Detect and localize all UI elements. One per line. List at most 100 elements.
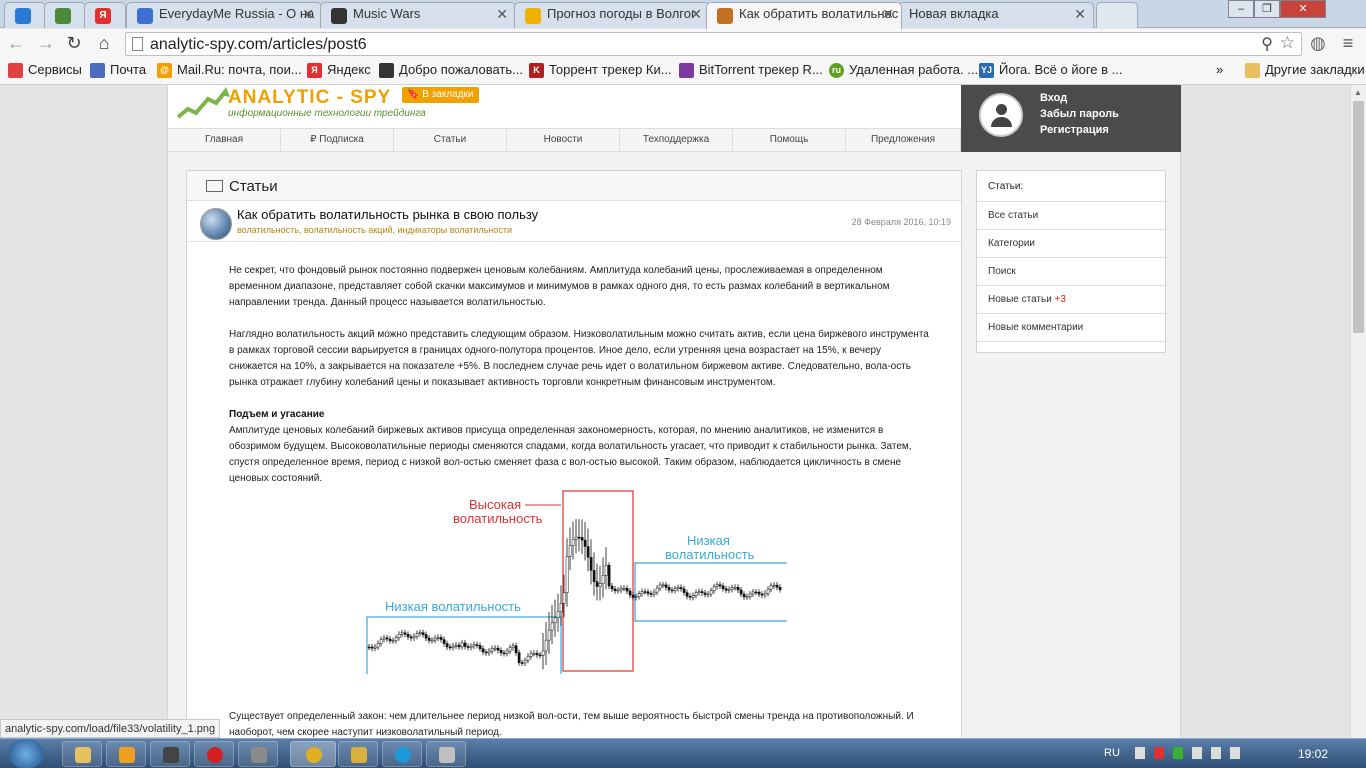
candle-body xyxy=(763,592,767,596)
nav-subscription[interactable]: ₽ Подписка xyxy=(281,129,394,152)
taskbar-tool[interactable] xyxy=(238,741,278,767)
address-bar[interactable]: analytic-spy.com/articles/post6 ⚲ ☆ xyxy=(125,32,1302,56)
bookmark-welcome[interactable]: Добро пожаловать... xyxy=(379,62,523,78)
tab-article-active[interactable]: Как обратить волатильнос ✕ xyxy=(706,2,902,29)
candle-body xyxy=(493,647,497,650)
close-icon[interactable]: ✕ xyxy=(302,6,314,23)
close-icon[interactable]: ✕ xyxy=(496,6,508,23)
sidebar-item-new-comments[interactable]: Новые комментарии xyxy=(977,314,1165,342)
signal-icon[interactable] xyxy=(1211,747,1222,759)
tab-title: EverydayMe Russia - О на xyxy=(159,6,315,21)
candle-body xyxy=(475,644,479,646)
star-icon[interactable]: ☆ xyxy=(1280,33,1295,53)
tab-everydayme[interactable]: EverydayMe Russia - О на ✕ xyxy=(126,2,322,28)
add-bookmark-label: В закладки xyxy=(422,89,474,100)
reload-button[interactable]: ↻ xyxy=(64,33,84,53)
forgot-password-link[interactable]: Забыл пароль xyxy=(1040,106,1119,122)
candle-body xyxy=(424,634,428,639)
minimize-button[interactable]: ‒ xyxy=(1228,0,1254,18)
page-scrollbar[interactable]: ▲ xyxy=(1350,85,1366,738)
translate-icon[interactable]: ◍ xyxy=(1308,33,1328,53)
sidebar-item-all-articles[interactable]: Все статьи xyxy=(977,202,1165,230)
sidebar-item-search[interactable]: Поиск xyxy=(977,258,1165,286)
candle-body xyxy=(697,591,701,593)
tray-icon[interactable] xyxy=(1135,747,1145,759)
bookmark-services[interactable]: Сервисы xyxy=(8,62,82,78)
tray-icon[interactable] xyxy=(1154,747,1165,759)
candle-body xyxy=(544,639,548,652)
clock[interactable]: 19:02 xyxy=(1298,747,1328,761)
volume-icon[interactable] xyxy=(1230,747,1241,759)
bookmark-yandex[interactable]: Я Яндекс xyxy=(307,62,371,78)
taskbar-movie[interactable] xyxy=(150,741,190,767)
scroll-thumb[interactable] xyxy=(1353,101,1364,333)
menu-icon[interactable]: ≡ xyxy=(1338,33,1358,53)
tab-pinned-3[interactable]: Я xyxy=(84,2,126,28)
article-tags[interactable]: волатильность, волатильность акций, инди… xyxy=(237,225,512,235)
close-window-button[interactable]: ✕ xyxy=(1280,0,1326,18)
bookmarks-overflow[interactable]: » xyxy=(1200,62,1223,77)
tray-icons[interactable] xyxy=(1135,747,1255,761)
close-icon[interactable]: ✕ xyxy=(690,6,702,23)
close-icon[interactable]: ✕ xyxy=(1074,6,1086,23)
start-button[interactable] xyxy=(8,739,44,768)
register-link[interactable]: Регистрация xyxy=(1040,122,1119,138)
taskbar-skype[interactable] xyxy=(382,741,422,767)
tab-weather[interactable]: Прогноз погоды в Волгог ✕ xyxy=(514,2,710,28)
sidebar-item-categories[interactable]: Категории xyxy=(977,230,1165,258)
taskbar-media[interactable] xyxy=(106,741,146,767)
site-logo[interactable]: ANALYTIC - SPY xyxy=(228,87,391,109)
bookmark-mailru[interactable]: @ Mail.Ru: почта, пои... xyxy=(157,62,302,78)
other-bookmarks[interactable]: Другие закладки xyxy=(1245,62,1365,78)
chevron-icon: » xyxy=(1216,62,1224,77)
nav-news[interactable]: Новости xyxy=(507,129,620,152)
taskbar-explorer[interactable] xyxy=(62,741,102,767)
language-indicator[interactable]: RU xyxy=(1104,747,1120,759)
candle-body xyxy=(757,591,761,595)
back-button[interactable]: ← xyxy=(6,33,26,53)
nav-help[interactable]: Помощь xyxy=(733,129,846,152)
nav-offers[interactable]: Предложения xyxy=(846,129,961,152)
tab-pinned-1[interactable] xyxy=(4,2,46,28)
nav-home[interactable]: Главная xyxy=(168,129,281,152)
taskbar-opera[interactable] xyxy=(194,741,234,767)
bookmark-mail[interactable]: Почта xyxy=(90,62,146,78)
tray-icon[interactable] xyxy=(1173,747,1184,759)
tab-musicwars[interactable]: Music Wars ✕ xyxy=(320,2,516,28)
home-button[interactable]: ⌂ xyxy=(94,33,114,53)
volatility-illustration[interactable]: Низкая волатильность Высокая волатильнос… xyxy=(365,489,789,674)
restore-button[interactable]: ❐ xyxy=(1254,0,1280,18)
candle-body xyxy=(394,637,398,641)
logo-arrow-icon xyxy=(176,87,230,119)
tab-new[interactable]: Новая вкладка ✕ xyxy=(898,2,1094,28)
close-icon[interactable]: ✕ xyxy=(882,6,894,23)
sidebar-item-new-articles[interactable]: Новые статьи +3 xyxy=(977,286,1165,314)
zoom-icon[interactable]: ⚲ xyxy=(1261,34,1273,54)
taskbar-app[interactable] xyxy=(426,741,466,767)
bookmark-rutracker[interactable]: BitTorrent трекер R... xyxy=(679,62,823,78)
taskbar-chrome[interactable] xyxy=(290,741,336,767)
candle-body xyxy=(433,637,437,641)
tab-pinned-2[interactable] xyxy=(44,2,86,28)
page-viewport: ANALYTIC - SPY информационные технологии… xyxy=(0,85,1350,738)
bookmark-yoga[interactable]: YJ Йога. Всё о йоге в ... xyxy=(979,62,1122,78)
url-text[interactable]: analytic-spy.com/articles/post6 xyxy=(150,36,367,54)
candle-body xyxy=(565,556,569,593)
article-body-continued: Существует определенный закон: чем длите… xyxy=(229,709,929,738)
bookmark-torrent-kino[interactable]: K Торрент трекер Ки... xyxy=(529,62,672,78)
candle-body xyxy=(370,646,374,649)
login-link[interactable]: Вход xyxy=(1040,90,1119,106)
articles-sidebar: Статьи: Все статьи Категории Поиск Новые… xyxy=(976,170,1166,353)
candle-body xyxy=(520,662,524,664)
bookmark-freelance[interactable]: ru Удаленная работа. ... xyxy=(829,62,978,78)
nav-support[interactable]: Техподдержка xyxy=(620,129,733,152)
forward-button[interactable]: → xyxy=(36,33,56,53)
nav-articles[interactable]: Статьи xyxy=(394,129,507,152)
battery-icon[interactable] xyxy=(1192,747,1203,759)
add-bookmark-button[interactable]: 🔖 В закладки xyxy=(402,87,479,103)
scroll-up-icon[interactable]: ▲ xyxy=(1354,88,1362,97)
paragraph: Наглядно волатильность акций можно предс… xyxy=(229,329,929,388)
new-tab-button[interactable] xyxy=(1096,2,1138,28)
candle-body xyxy=(367,646,371,649)
taskbar-notes[interactable] xyxy=(338,741,378,767)
